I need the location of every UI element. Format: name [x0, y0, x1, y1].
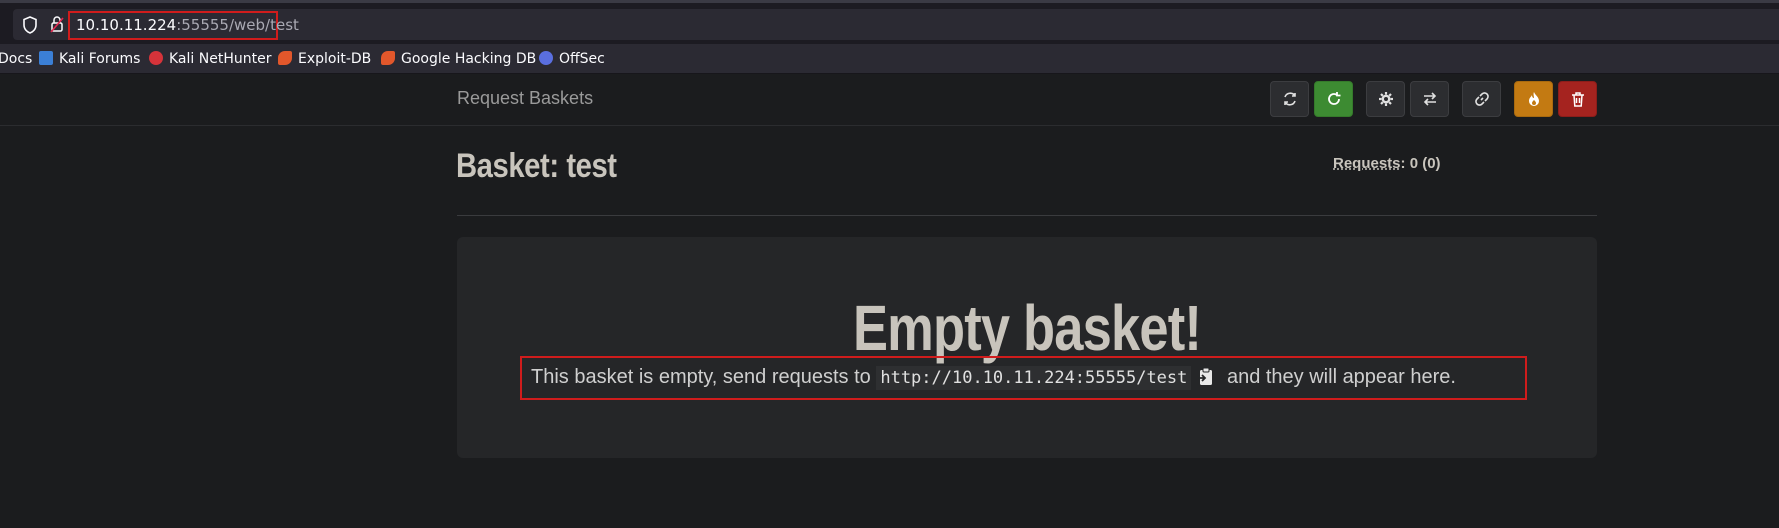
- bookmark-docs[interactable]: Docs: [0, 49, 32, 69]
- trash-icon: [1571, 92, 1584, 107]
- refresh-icon: [1283, 92, 1296, 106]
- bookmark-kali-nethunter[interactable]: Kali NetHunter: [149, 49, 271, 69]
- bookmark-kali-forums[interactable]: Kali Forums: [39, 49, 140, 69]
- requests-value: : 0 (0): [1400, 155, 1441, 172]
- requests-count: Requests: 0 (0): [1333, 155, 1441, 172]
- empty-basket-message: This basket is empty, send requests to h…: [520, 356, 1527, 400]
- exchange-icon: [1423, 92, 1436, 106]
- app-navbar: Request Baskets: [0, 74, 1779, 126]
- shield-icon[interactable]: [22, 16, 38, 34]
- browser-toolbar: 10.10.11.224:55555/web/test: [0, 0, 1779, 44]
- basket-url: http://10.10.11.224:55555/test: [876, 366, 1192, 390]
- empty-basket-panel: Empty basket! This basket is empty, send…: [457, 237, 1597, 458]
- divider: [457, 215, 1597, 216]
- bookmarks-bar: Docs Kali Forums Kali NetHunter Exploit-…: [0, 44, 1779, 74]
- auto-refresh-icon: [1327, 92, 1340, 105]
- message-suffix: and they will appear here.: [1221, 366, 1456, 388]
- offsec-icon: [539, 51, 553, 65]
- share-link-button[interactable]: [1462, 81, 1501, 117]
- brand-link[interactable]: Request Baskets: [457, 88, 593, 109]
- lock-insecure-icon[interactable]: [50, 15, 64, 33]
- fire-icon: [1528, 92, 1539, 106]
- link-icon: [1474, 92, 1489, 106]
- url-host: 10.10.11.224: [76, 16, 177, 34]
- empty-basket-title: Empty basket!: [852, 292, 1202, 364]
- basket-title: Basket: test: [456, 147, 617, 185]
- ghdb-icon: [381, 51, 395, 65]
- copy-clipboard-icon[interactable]: [1197, 367, 1215, 387]
- bookmark-offsec[interactable]: OffSec: [539, 49, 605, 69]
- message-prefix: This basket is empty, send requests to: [531, 366, 877, 388]
- requests-label: Requests: [1333, 155, 1401, 172]
- url-input[interactable]: 10.10.11.224:55555/web/test: [68, 11, 299, 40]
- gear-icon: [1378, 92, 1393, 106]
- exploit-db-icon: [278, 51, 292, 65]
- bookmark-google-hacking-db[interactable]: Google Hacking DB: [381, 49, 536, 69]
- bookmark-exploit-db[interactable]: Exploit-DB: [278, 49, 371, 69]
- delete-basket-button[interactable]: [1558, 81, 1597, 117]
- delete-requests-button[interactable]: [1514, 81, 1553, 117]
- auto-refresh-button[interactable]: [1314, 81, 1353, 117]
- responses-button[interactable]: [1410, 81, 1449, 117]
- settings-button[interactable]: [1366, 81, 1405, 117]
- refresh-button[interactable]: [1270, 81, 1309, 117]
- kali-nethunter-icon: [149, 51, 163, 65]
- url-path: :55555/web/test: [176, 16, 299, 34]
- kali-forums-icon: [39, 51, 53, 65]
